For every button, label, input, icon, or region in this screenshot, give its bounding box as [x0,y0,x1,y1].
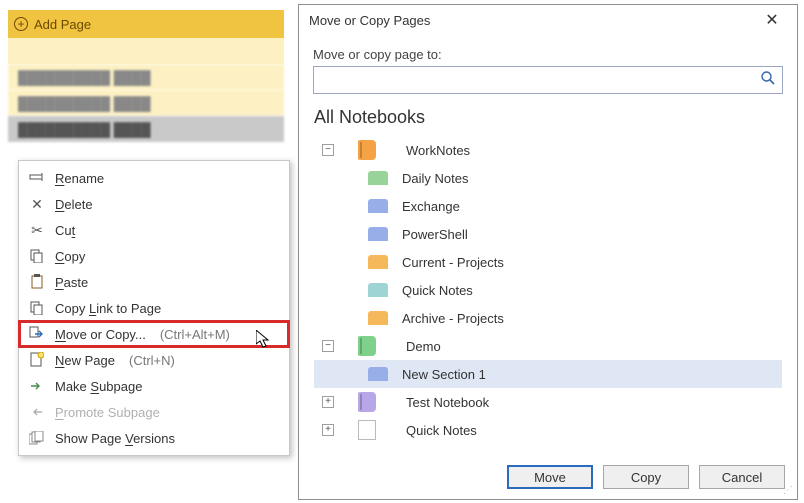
section-icon [368,255,388,269]
section-row[interactable]: PowerShell [314,220,782,248]
menu-cut[interactable]: ✂ Cut [19,217,289,243]
dialog-titlebar: Move or Copy Pages ✕ [299,5,797,35]
notebook-icon [358,140,376,160]
section-icon [368,367,388,381]
menu-copy[interactable]: Copy [19,243,289,269]
outdent-icon [29,404,45,420]
section-row[interactable]: Quick Notes [314,276,782,304]
section-icon [368,171,388,185]
section-row[interactable]: Archive - Projects [314,304,782,332]
notebook-label: Test Notebook [406,395,489,410]
section-label: PowerShell [402,227,468,242]
search-field[interactable] [320,73,760,88]
menu-label: Show Page Versions [55,431,175,446]
menu-label: Move or Copy... [55,327,146,342]
notebook-row[interactable]: − Demo [314,332,782,360]
notebook-row[interactable]: − WorkNotes [314,136,782,164]
copy-button[interactable]: Copy [603,465,689,489]
menu-copy-link[interactable]: Copy Link to Page [19,295,289,321]
link-icon [29,300,45,316]
section-icon [368,199,388,213]
add-page-bar[interactable]: + Add Page [8,10,284,38]
notebook-icon [358,336,376,356]
section-row[interactable]: Daily Notes [314,164,782,192]
section-row[interactable]: New Section 1 [314,360,782,388]
section-label: Quick Notes [402,283,473,298]
section-icon [368,311,388,325]
menu-shortcut: (Ctrl+N) [129,353,175,368]
move-button[interactable]: Move [507,465,593,489]
dialog-prompt: Move or copy page to: [299,35,797,66]
notebook-label: WorkNotes [406,143,470,158]
menu-label: New Page [55,353,115,368]
notebook-label: Demo [406,339,441,354]
close-icon[interactable]: ✕ [757,5,787,35]
pages-icon [358,420,376,440]
section-icon [368,283,388,297]
menu-page-versions[interactable]: Show Page Versions [19,425,289,451]
menu-delete[interactable]: ✕ Delete [19,191,289,217]
section-row[interactable]: Current - Projects [314,248,782,276]
page-item-selected[interactable]: ██████████ ████ [8,116,284,142]
dialog-buttons: Move Copy Cancel [507,465,785,489]
section-icon [368,227,388,241]
section-label: Current - Projects [402,255,504,270]
menu-label: Rename [55,171,104,186]
menu-label: Make Subpage [55,379,142,394]
page-list: ██████████ ████ ██████████ ████ ████████… [8,38,284,142]
rename-icon [29,170,45,186]
page-item[interactable]: ██████████ ████ [8,90,284,116]
menu-new-page[interactable]: New Page (Ctrl+N) [19,347,289,373]
collapse-icon[interactable]: − [322,144,334,156]
notebook-row[interactable]: + Test Notebook [314,388,782,416]
plus-icon: + [14,17,28,31]
move-copy-dialog: Move or Copy Pages ✕ Move or copy page t… [298,4,798,500]
menu-label: Promote Subpage [55,405,160,420]
section-label: Exchange [402,199,460,214]
context-menu: Rename ✕ Delete ✂ Cut Copy Paste Copy Li… [18,160,290,456]
paste-icon [29,274,45,290]
page-item[interactable]: ██████████ ████ [8,64,284,90]
section-row[interactable]: Exchange [314,192,782,220]
search-input[interactable] [313,66,783,94]
delete-icon: ✕ [29,196,45,212]
indent-icon [29,378,45,394]
menu-move-copy[interactable]: Move or Copy... (Ctrl+Alt+M) [19,321,289,347]
menu-label: Cut [55,223,75,238]
section-label: Archive - Projects [402,311,504,326]
expand-icon[interactable]: + [322,424,334,436]
cancel-button[interactable]: Cancel [699,465,785,489]
dialog-title: Move or Copy Pages [309,13,430,28]
menu-make-subpage[interactable]: Make Subpage [19,373,289,399]
menu-label: Paste [55,275,88,290]
menu-label: Copy [55,249,85,264]
move-copy-icon [29,326,45,342]
new-page-icon [29,352,45,368]
menu-label: Delete [55,197,93,212]
notebook-icon [358,392,376,412]
cut-icon: ✂ [29,222,45,238]
notebook-label: Quick Notes [406,423,477,438]
menu-paste[interactable]: Paste [19,269,289,295]
collapse-icon[interactable]: − [322,340,334,352]
notebook-row[interactable]: + Quick Notes [314,416,782,442]
expand-icon[interactable]: + [322,396,334,408]
versions-icon [29,430,45,446]
add-page-label: Add Page [34,17,91,32]
menu-promote-subpage: Promote Subpage [19,399,289,425]
section-label: New Section 1 [402,367,486,382]
tree-header: All Notebooks [314,103,782,136]
notebook-tree: All Notebooks − WorkNotes Daily Notes Excha… [313,102,783,442]
search-icon[interactable] [760,70,776,91]
copy-icon [29,248,45,264]
menu-label: Copy Link to Page [55,301,161,316]
menu-rename[interactable]: Rename [19,165,289,191]
section-label: Daily Notes [402,171,468,186]
resize-grip-icon[interactable]: ⋰ [781,483,795,497]
menu-shortcut: (Ctrl+Alt+M) [160,327,230,342]
